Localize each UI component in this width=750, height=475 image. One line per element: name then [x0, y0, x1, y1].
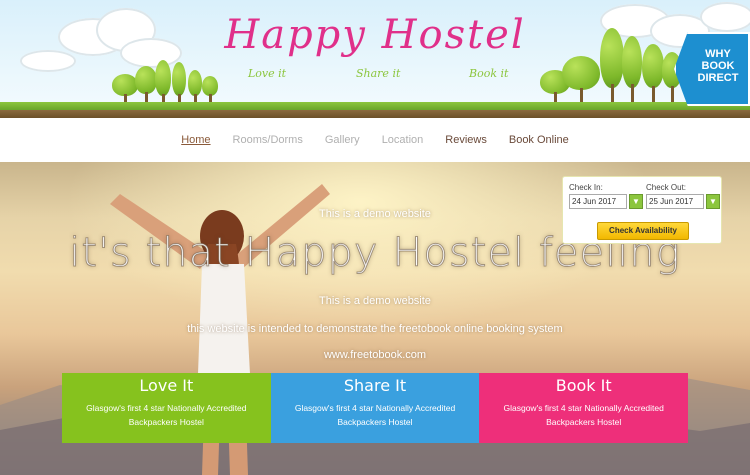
check-availability-button[interactable]: Check Availability [597, 222, 689, 240]
feature-cards: Love It Glasgow's first 4 star Nationall… [62, 373, 689, 443]
checkout-group: Check Out: 25 Jun 2017 ▼ [646, 183, 720, 209]
tree-illustration [155, 60, 171, 106]
card-title: Share It [343, 376, 407, 395]
nav-location[interactable]: Location [371, 118, 435, 162]
tagline-book: Book it [469, 67, 509, 80]
card-text: Glasgow's first 4 star Nationally Accred… [86, 403, 247, 427]
header-banner: Happy Hostel Love it Share it Book it WH… [0, 0, 750, 118]
site-title: Happy Hostel [224, 12, 526, 58]
soil-strip [0, 110, 750, 118]
nav-home[interactable]: Home [170, 118, 221, 162]
nav-rooms-dorms[interactable]: Rooms/Dorms [222, 118, 314, 162]
why-book-direct-badge[interactable]: WHY BOOK DIRECT [674, 32, 750, 106]
hero-section: This is a demo website it's that Happy H… [0, 162, 750, 475]
nav-gallery[interactable]: Gallery [314, 118, 371, 162]
checkout-label: Check Out: [646, 183, 687, 192]
tree-illustration [172, 62, 186, 106]
badge-line: DIRECT [697, 72, 739, 84]
intro-text: this website is intended to demonstrate … [187, 323, 563, 335]
tagline-share: Share it [356, 67, 401, 80]
tree-illustration [562, 56, 600, 106]
main-nav: Home Rooms/Dorms Gallery Location Review… [0, 118, 750, 162]
checkin-date-input[interactable]: 24 Jun 2017 [569, 194, 627, 209]
checkin-label: Check In: [569, 183, 603, 192]
checkin-field: 24 Jun 2017 ▼ [569, 194, 643, 209]
card-share-it[interactable]: Share It Glasgow's first 4 star National… [270, 373, 480, 443]
checkout-dropdown-icon[interactable]: ▼ [706, 194, 720, 209]
checkout-date-input[interactable]: 25 Jun 2017 [646, 194, 704, 209]
tagline-love: Love it [248, 67, 287, 80]
freetobook-link[interactable]: www.freetobook.com [0, 349, 750, 361]
checkin-dropdown-icon[interactable]: ▼ [629, 194, 643, 209]
tree-illustration [135, 66, 157, 106]
badge-line: BOOK [701, 60, 735, 72]
checkin-group: Check In: 24 Jun 2017 ▼ [569, 183, 643, 209]
grass-strip [0, 102, 750, 110]
card-text: Glasgow's first 4 star Nationally Accred… [294, 403, 456, 427]
badge-line: WHY [705, 48, 731, 60]
checkout-field: 25 Jun 2017 ▼ [646, 194, 720, 209]
card-title: Book It [555, 376, 612, 395]
nav-book-online[interactable]: Book Online [498, 118, 580, 162]
card-title: Love It [139, 376, 194, 395]
booking-widget: Check In: 24 Jun 2017 ▼ Check Out: 25 Ju… [562, 176, 722, 244]
demo-note-bottom: This is a demo website [319, 295, 431, 307]
card-love-it[interactable]: Love It Glasgow's first 4 star Nationall… [62, 373, 271, 443]
tree-illustration [188, 70, 202, 106]
card-text: Glasgow's first 4 star Nationally Accred… [503, 403, 664, 427]
nav-reviews[interactable]: Reviews [434, 118, 498, 162]
card-book-it[interactable]: Book It Glasgow's first 4 star Nationall… [479, 373, 689, 443]
